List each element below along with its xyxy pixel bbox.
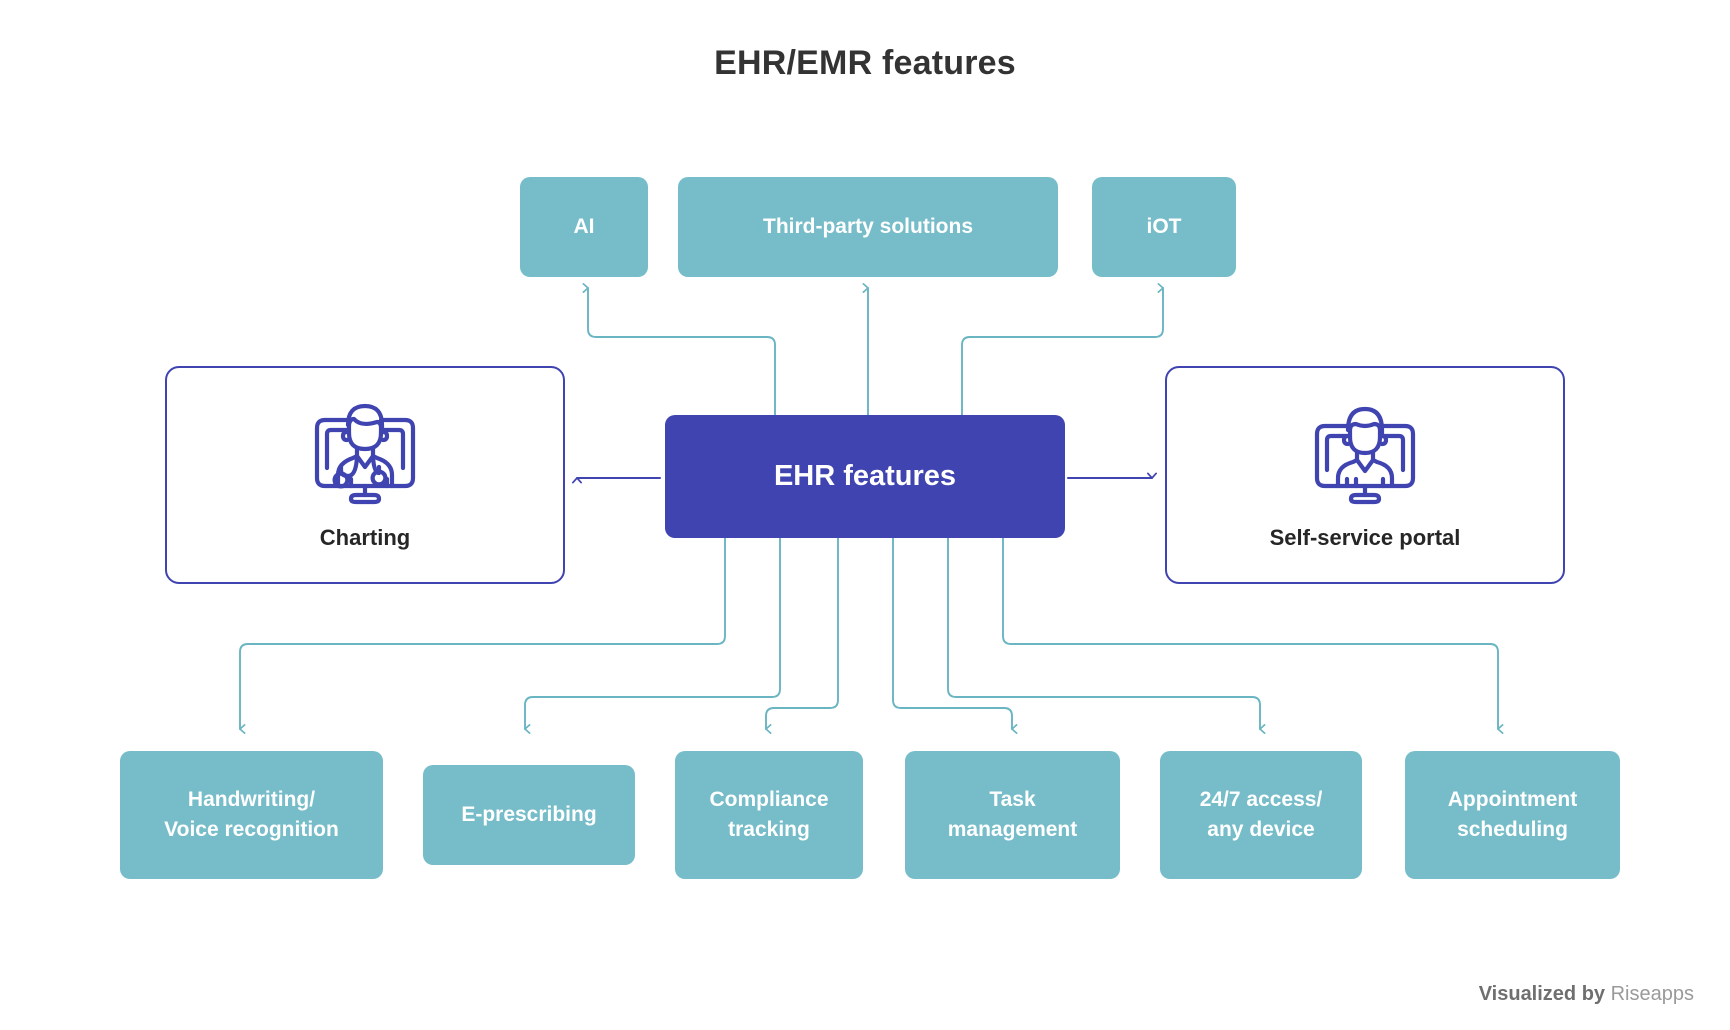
diagram-canvas: EHR/EMR features AI Third-party solution… (0, 0, 1730, 1030)
wire-center-to-compliance (765, 536, 839, 734)
node-appointment-scheduling-line2: scheduling (1457, 818, 1568, 841)
node-task-management-line2: management (947, 818, 1078, 841)
node-appointment-scheduling-line1: Appointment (1447, 788, 1578, 812)
footer-attribution-strong: Visualized by (1478, 983, 1606, 1005)
node-ai-label: AI (573, 215, 595, 239)
node-iot[interactable]: iOT (1092, 177, 1236, 277)
card-charting[interactable]: Charting (165, 366, 565, 584)
card-self-service-portal[interactable]: Self-service portal (1165, 366, 1565, 584)
footer-attribution-muted: Riseapps (1610, 983, 1694, 1005)
node-24-7-access-any-device-line1: 24/7 access/ (1199, 788, 1323, 812)
node-ehr-features[interactable]: EHR features (665, 415, 1065, 538)
node-third-party-solutions[interactable]: Third-party solutions (678, 177, 1058, 277)
footer-attribution: Visualized by Riseapps (1479, 983, 1694, 1006)
node-compliance-tracking-line1: Compliance (709, 788, 829, 812)
node-e-prescribing[interactable]: E-prescribing (423, 765, 635, 865)
node-ehr-features-label: EHR features (773, 460, 957, 492)
node-24-7-access-any-device-line2: any device (1207, 818, 1315, 841)
node-24-7-access-any-device[interactable]: 24/7 access/ any device (1160, 751, 1362, 879)
card-self-service-portal-caption: Self-service portal (1269, 525, 1461, 550)
card-charting-caption: Charting (319, 525, 411, 550)
node-compliance-tracking-line2: tracking (728, 818, 810, 841)
node-handwriting-voice-recognition-line2: Voice recognition (164, 818, 339, 841)
node-ai[interactable]: AI (520, 177, 648, 277)
node-handwriting-voice-recognition-line1: Handwriting/ (187, 788, 316, 812)
node-e-prescribing-line1: E-prescribing (461, 803, 597, 827)
node-iot-label: iOT (1146, 215, 1182, 239)
node-third-party-solutions-label: Third-party solutions (763, 215, 973, 239)
node-appointment-scheduling[interactable]: Appointment scheduling (1405, 751, 1620, 879)
wire-center-to-iot (961, 283, 1164, 425)
node-task-management[interactable]: Task management (905, 751, 1120, 879)
node-compliance-tracking[interactable]: Compliance tracking (675, 751, 863, 879)
patient-on-monitor-icon (1307, 396, 1423, 511)
wire-center-to-ai (582, 283, 776, 425)
doctor-on-monitor-icon (307, 396, 423, 511)
node-handwriting-voice-recognition[interactable]: Handwriting/ Voice recognition (120, 751, 383, 879)
node-task-management-line1: Task (989, 788, 1036, 812)
wire-center-to-task (892, 536, 1018, 734)
